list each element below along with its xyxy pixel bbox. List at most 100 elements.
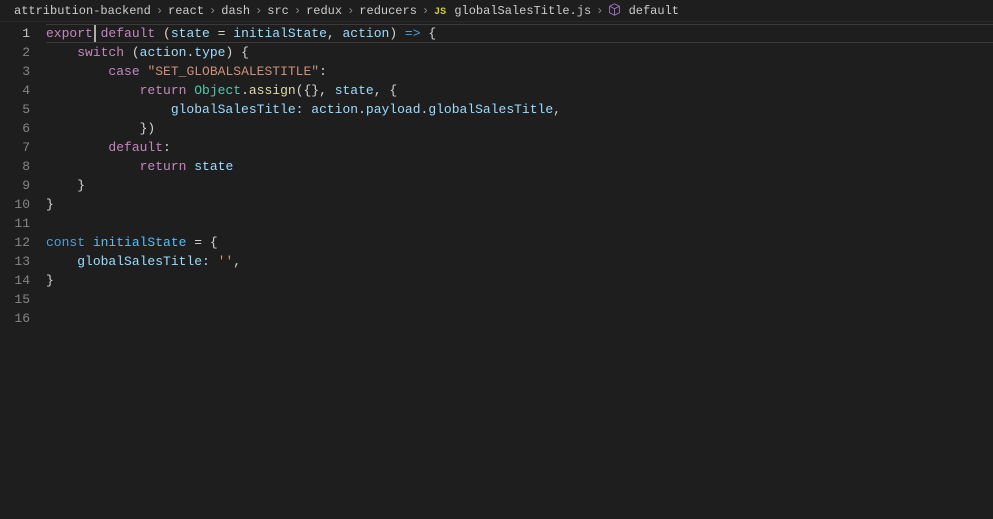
line-number: 14 (0, 271, 30, 290)
module-icon (608, 4, 621, 18)
breadcrumb-item[interactable]: dash (221, 4, 250, 18)
token-indent (46, 140, 108, 155)
breadcrumb-separator-icon: › (347, 4, 354, 18)
breadcrumb: attribution-backend › react › dash › src… (0, 0, 993, 22)
code-line[interactable]: } (46, 176, 993, 195)
line-number: 15 (0, 290, 30, 309)
token-indent (46, 102, 171, 117)
token-keyword: const (46, 235, 85, 250)
token-var: payload (366, 102, 421, 117)
token-class: Object (194, 83, 241, 98)
line-number: 4 (0, 81, 30, 100)
token-var: action (343, 26, 390, 41)
token-punct: : (163, 140, 171, 155)
code-line[interactable]: return Object.assign({}, state, { (46, 81, 993, 100)
code-line[interactable]: globalSalesTitle: '', (46, 252, 993, 271)
token-keyword: return (140, 159, 187, 174)
token-ws (210, 254, 218, 269)
token-keyword: switch (77, 45, 124, 60)
token-var: action (311, 102, 358, 117)
line-number: 11 (0, 214, 30, 233)
breadcrumb-item[interactable]: src (267, 4, 289, 18)
breadcrumb-separator-icon: › (156, 4, 163, 18)
line-number: 8 (0, 157, 30, 176)
code-editor[interactable]: 1 2 3 4 5 6 7 8 9 10 11 12 13 14 15 16 e… (0, 22, 993, 519)
breadcrumb-item[interactable]: attribution-backend (14, 4, 151, 18)
code-area[interactable]: export default (state = initialState, ac… (46, 22, 993, 519)
token-var: state (335, 83, 374, 98)
token-punct: { (421, 26, 437, 41)
js-file-icon: JS (434, 7, 446, 18)
token-keyword: return (140, 83, 187, 98)
breadcrumb-item[interactable]: react (168, 4, 204, 18)
code-line[interactable]: default: (46, 138, 993, 157)
line-number: 5 (0, 100, 30, 119)
code-line[interactable]: case "SET_GLOBALSALESTITLE": (46, 62, 993, 81)
token-var: globalSalesTitle: (77, 254, 210, 269)
token-indent (46, 83, 140, 98)
line-number: 3 (0, 62, 30, 81)
token-var: state (171, 26, 210, 41)
line-number: 13 (0, 252, 30, 271)
breadcrumb-file-label: globalSalesTitle.js (454, 4, 591, 18)
token-arrow: => (405, 26, 421, 41)
token-punct: ({}, (296, 83, 335, 98)
code-line[interactable] (46, 290, 993, 309)
line-number: 9 (0, 176, 30, 195)
token-var: globalSalesTitle: (171, 102, 304, 117)
token-punct: = (210, 26, 233, 41)
token-var: state (194, 159, 233, 174)
code-line[interactable] (46, 309, 993, 328)
token-var: globalSalesTitle (428, 102, 553, 117)
token-punct: ) (389, 26, 405, 41)
code-line[interactable]: export default (state = initialState, ac… (46, 24, 993, 43)
token-ws (85, 235, 93, 250)
line-number-gutter: 1 2 3 4 5 6 7 8 9 10 11 12 13 14 15 16 (0, 22, 46, 519)
code-line[interactable]: switch (action.type) { (46, 43, 993, 62)
breadcrumb-item[interactable]: reducers (359, 4, 417, 18)
code-line[interactable]: const initialState = { (46, 233, 993, 252)
code-line[interactable]: }) (46, 119, 993, 138)
token-string: "SET_GLOBALSALESTITLE" (147, 64, 319, 79)
token-function: assign (249, 83, 296, 98)
code-line[interactable]: globalSalesTitle: action.payload.globalS… (46, 100, 993, 119)
token-keyword: default (101, 26, 156, 41)
token-punct: , (233, 254, 241, 269)
line-number: 12 (0, 233, 30, 252)
token-punct: , (327, 26, 343, 41)
code-line[interactable]: } (46, 271, 993, 290)
token-punct: ) { (225, 45, 248, 60)
token-const: initialState (93, 235, 187, 250)
breadcrumb-separator-icon: › (209, 4, 216, 18)
token-punct: ( (155, 26, 171, 41)
line-number: 10 (0, 195, 30, 214)
breadcrumb-symbol-label: default (629, 4, 679, 18)
code-line[interactable]: return state (46, 157, 993, 176)
token-string: '' (218, 254, 234, 269)
token-indent (46, 159, 140, 174)
line-number: 1 (0, 24, 30, 43)
breadcrumb-item-file[interactable]: JS globalSalesTitle.js (434, 4, 591, 18)
token-punct: , { (374, 83, 397, 98)
breadcrumb-separator-icon: › (255, 4, 262, 18)
code-line[interactable] (46, 214, 993, 233)
breadcrumb-item-symbol[interactable]: default (608, 3, 679, 18)
token-punct: } (46, 197, 54, 212)
token-punct: } (46, 273, 54, 288)
text-cursor (94, 25, 96, 42)
line-number: 16 (0, 309, 30, 328)
token-punct: = { (186, 235, 217, 250)
token-punct: . (241, 83, 249, 98)
line-number: 2 (0, 43, 30, 62)
token-punct: . (358, 102, 366, 117)
token-keyword: case (108, 64, 139, 79)
breadcrumb-item[interactable]: redux (306, 4, 342, 18)
token-indent (46, 64, 108, 79)
code-line[interactable]: } (46, 195, 993, 214)
token-punct: } (77, 178, 85, 193)
line-number: 6 (0, 119, 30, 138)
line-number: 7 (0, 138, 30, 157)
breadcrumb-separator-icon: › (294, 4, 301, 18)
token-var: type (194, 45, 225, 60)
token-indent (46, 254, 77, 269)
